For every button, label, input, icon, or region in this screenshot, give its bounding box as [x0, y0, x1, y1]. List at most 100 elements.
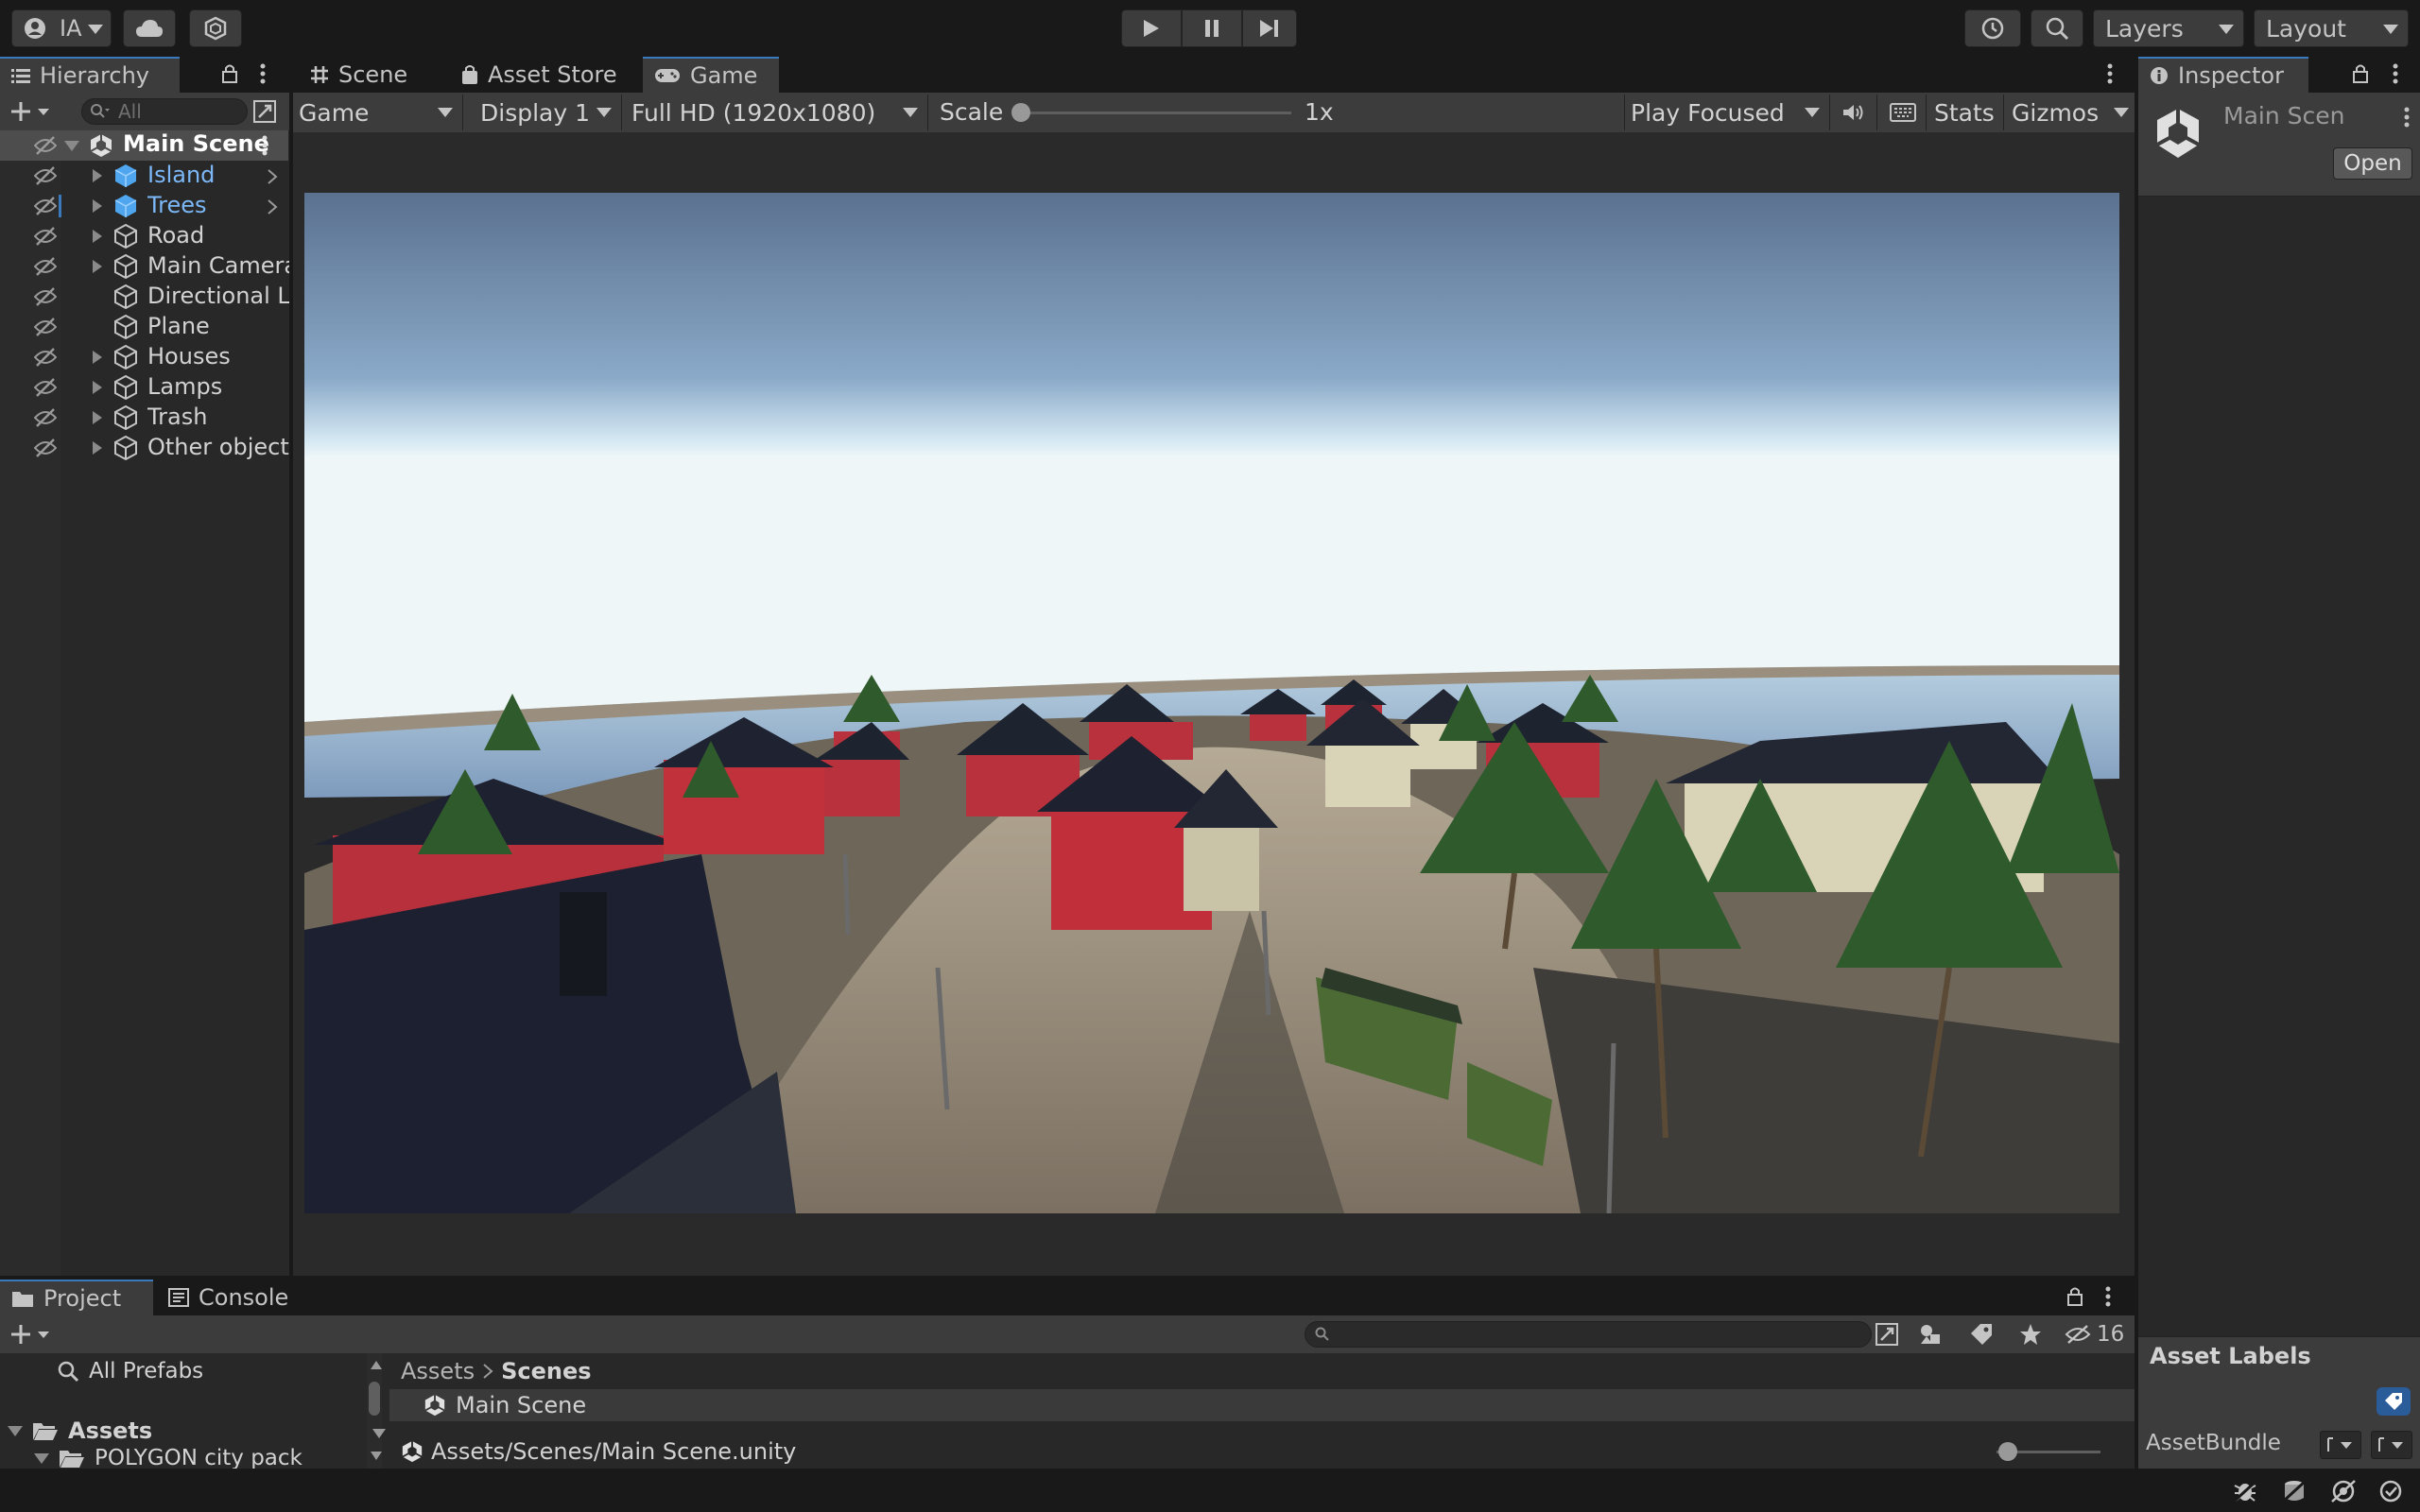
hierarchy-item[interactable]: Lamps — [0, 372, 288, 403]
lock-icon[interactable] — [2352, 63, 2369, 84]
expand-icon[interactable] — [93, 260, 102, 273]
visibility-toggle-icon[interactable] — [34, 378, 57, 397]
display-dropdown[interactable]: Display 1 — [475, 94, 622, 130]
expand-icon[interactable] — [93, 351, 102, 364]
tab-scene[interactable]: Scene — [299, 57, 446, 93]
hierarchy-search-input[interactable]: All — [81, 98, 248, 125]
kebab-menu-icon[interactable] — [261, 134, 268, 157]
collapse-icon[interactable] — [34, 1452, 49, 1464]
gizmos-dropdown[interactable]: Gizmos — [2006, 94, 2133, 130]
scale-slider-thumb[interactable] — [1011, 103, 1030, 122]
hierarchy-item[interactable]: Road — [0, 221, 288, 251]
asset-bundle-dropdown[interactable] — [2320, 1431, 2361, 1459]
collapse-icon[interactable] — [8, 1425, 23, 1436]
visibility-toggle-icon[interactable] — [34, 257, 57, 276]
play-mode-dropdown[interactable]: Play Focused — [1624, 94, 1830, 130]
visibility-toggle-icon[interactable] — [34, 318, 57, 336]
tag-button[interactable] — [2377, 1387, 2411, 1416]
expand-icon[interactable] — [93, 199, 102, 213]
visibility-toggle-icon[interactable] — [34, 166, 57, 185]
tab-hierarchy[interactable]: Hierarchy — [0, 57, 180, 93]
layers-dropdown[interactable]: Layers — [2093, 9, 2244, 47]
visibility-toggle-icon[interactable] — [34, 227, 57, 246]
chevron-right-icon[interactable] — [267, 198, 278, 215]
auto-generate-lighting-icon[interactable] — [2331, 1480, 2356, 1503]
hierarchy-item[interactable]: Other objects — [0, 433, 289, 463]
scene-visibility-icon[interactable] — [253, 100, 276, 123]
open-button[interactable]: Open — [2333, 147, 2412, 180]
file-row[interactable]: Main Scene — [389, 1389, 2135, 1421]
tab-project[interactable]: Project — [0, 1280, 153, 1315]
hierarchy-item[interactable]: Directional Li — [0, 282, 289, 312]
breadcrumb-item[interactable]: Assets — [401, 1358, 475, 1384]
tab-inspector[interactable]: Inspector — [2138, 57, 2308, 93]
collapse-icon[interactable] — [64, 141, 79, 151]
hierarchy-item[interactable]: Island — [0, 161, 288, 191]
expand-icon[interactable] — [93, 230, 102, 243]
tab-asset-store[interactable]: Asset Store — [450, 57, 639, 93]
expand-icon[interactable] — [93, 381, 102, 394]
cache-server-icon[interactable] — [2282, 1480, 2307, 1503]
folder-assets[interactable]: Assets — [8, 1418, 152, 1444]
kebab-menu-icon[interactable] — [259, 62, 267, 85]
cloud-button[interactable] — [123, 9, 176, 47]
view-mode-dropdown[interactable]: Game — [293, 94, 463, 130]
hierarchy-item[interactable]: Houses — [0, 342, 288, 372]
filter-by-type-icon[interactable] — [1919, 1323, 1944, 1346]
tab-console[interactable]: Console — [157, 1280, 308, 1315]
scroll-up-icon[interactable] — [371, 1361, 382, 1369]
visibility-toggle-icon[interactable] — [34, 197, 57, 215]
hierarchy-item[interactable]: Trees — [0, 191, 288, 221]
hidden-packages-toggle[interactable]: 16 — [2065, 1321, 2129, 1348]
visibility-toggle-icon[interactable] — [34, 408, 57, 427]
star-icon[interactable] — [2019, 1323, 2042, 1346]
scrollbar-thumb[interactable] — [369, 1382, 380, 1416]
filter-by-label-icon[interactable] — [1970, 1323, 1993, 1346]
scroll-down-icon[interactable] — [371, 1452, 382, 1460]
shortcuts-button[interactable] — [1879, 94, 1927, 130]
tree-scrollbar[interactable] — [367, 1353, 382, 1469]
search-scope-icon[interactable] — [1876, 1323, 1898, 1346]
add-icon[interactable] — [11, 100, 51, 123]
favorites-all-prefabs[interactable]: All Prefabs — [57, 1359, 203, 1383]
kebab-menu-icon[interactable] — [2106, 62, 2114, 85]
kebab-menu-icon[interactable] — [2104, 1285, 2112, 1308]
kebab-menu-icon[interactable] — [2403, 106, 2411, 129]
bug-icon[interactable] — [2233, 1480, 2257, 1503]
collab-button[interactable] — [189, 9, 242, 47]
hierarchy-item[interactable]: Plane — [0, 312, 288, 342]
hierarchy-item[interactable]: Main Camera — [0, 251, 289, 282]
search-button[interactable] — [2031, 9, 2083, 47]
tab-game[interactable]: Game — [643, 57, 779, 93]
layout-dropdown[interactable]: Layout — [2254, 9, 2409, 47]
kebab-menu-icon[interactable] — [2392, 62, 2399, 85]
project-search-input[interactable] — [1305, 1321, 1872, 1348]
chevron-down-icon[interactable] — [372, 1429, 386, 1438]
game-viewport[interactable] — [304, 193, 2119, 1213]
scene-root-row[interactable]: Main Scene — [0, 130, 288, 161]
add-icon[interactable] — [11, 1323, 51, 1346]
pause-button[interactable] — [1182, 9, 1242, 47]
stats-button[interactable]: Stats — [1928, 94, 2004, 130]
play-button[interactable] — [1121, 9, 1182, 47]
visibility-toggle-icon[interactable] — [34, 136, 57, 155]
check-circle-icon[interactable] — [2378, 1480, 2403, 1503]
expand-icon[interactable] — [93, 169, 102, 182]
visibility-toggle-icon[interactable] — [34, 438, 57, 457]
expand-icon[interactable] — [93, 411, 102, 424]
expand-icon[interactable] — [93, 441, 102, 455]
folder-polygon-city-pack[interactable]: POLYGON city pack — [34, 1446, 302, 1470]
undo-history-button[interactable] — [1964, 9, 2021, 47]
visibility-toggle-icon[interactable] — [34, 348, 57, 367]
asset-labels-header[interactable]: Asset Labels — [2138, 1336, 2420, 1378]
scale-slider-track[interactable] — [1021, 112, 1291, 114]
icon-size-slider-thumb[interactable] — [1998, 1442, 2017, 1461]
breadcrumb-item[interactable]: Scenes — [501, 1358, 591, 1384]
asset-bundle-variant-dropdown[interactable] — [2371, 1431, 2412, 1459]
hierarchy-item[interactable]: Trash — [0, 403, 288, 433]
lock-icon[interactable] — [221, 63, 238, 84]
chevron-right-icon[interactable] — [267, 168, 278, 185]
visibility-toggle-icon[interactable] — [34, 287, 57, 306]
resolution-dropdown[interactable]: Full HD (1920x1080) — [626, 94, 928, 130]
lock-icon[interactable] — [2066, 1286, 2083, 1307]
